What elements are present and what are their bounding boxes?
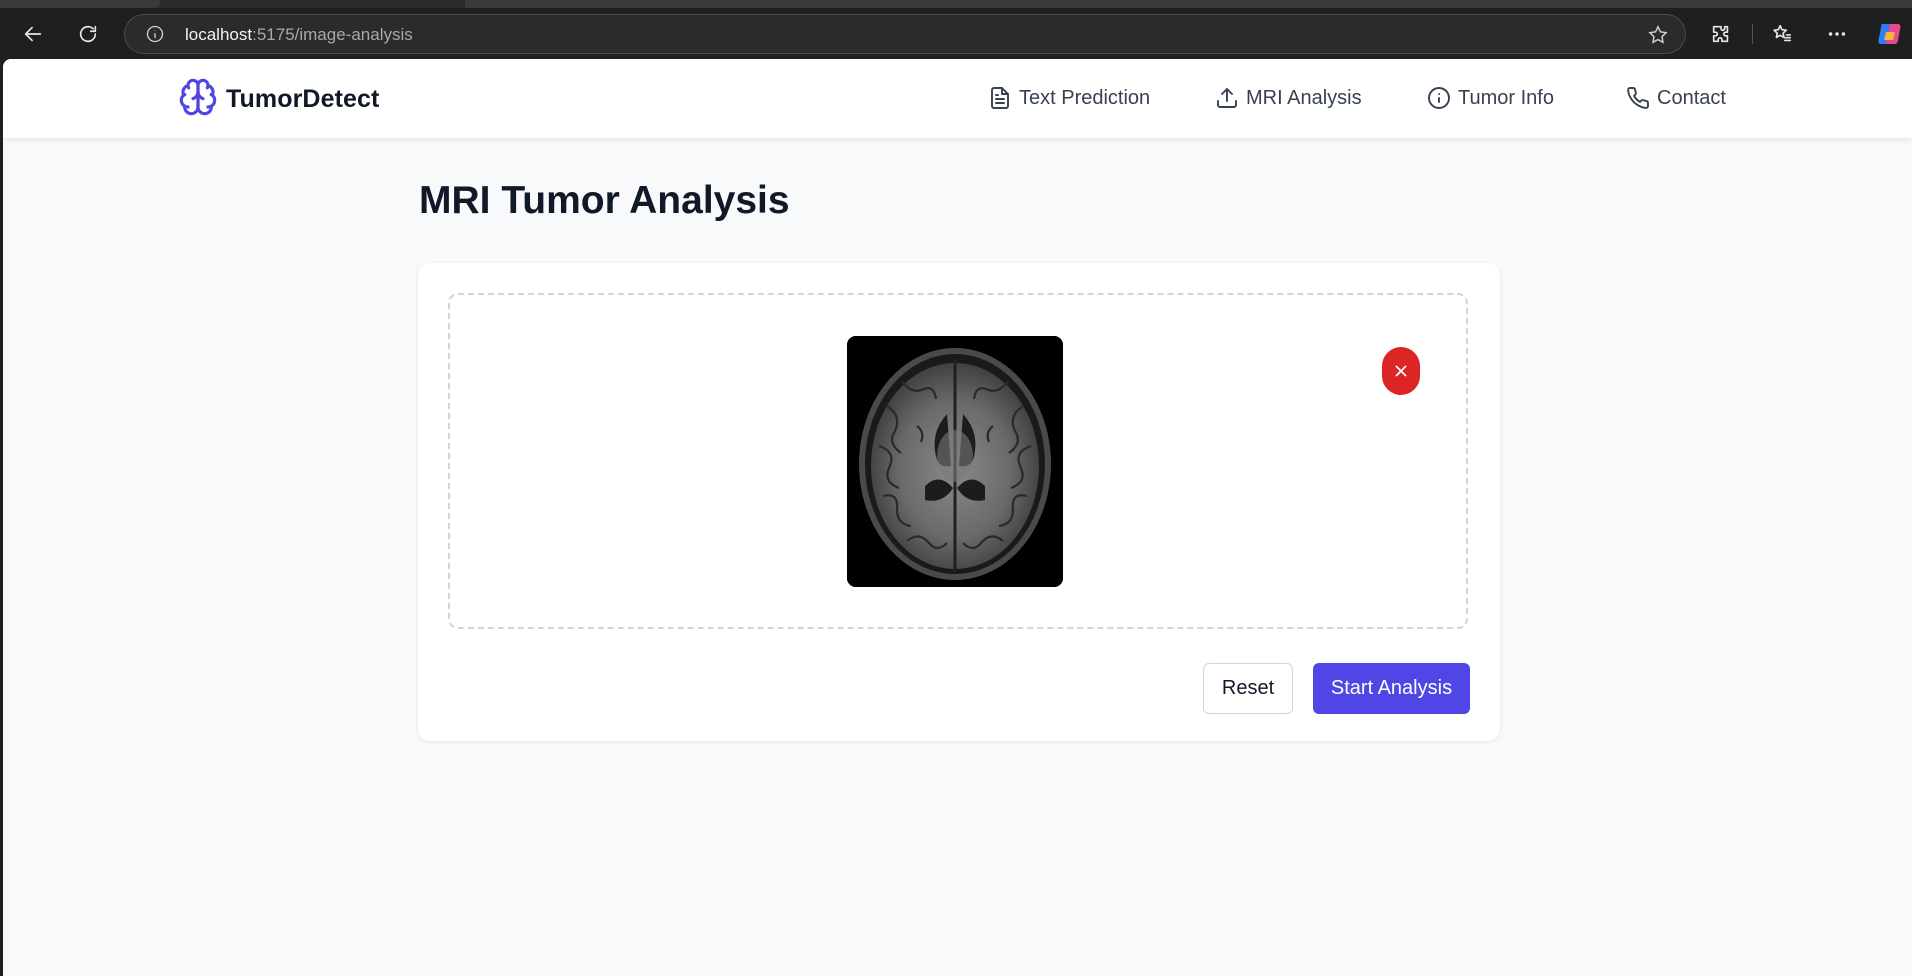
reset-button[interactable]: Reset: [1203, 663, 1293, 714]
extensions-button[interactable]: [1703, 16, 1739, 52]
url-path: :5175/image-analysis: [252, 25, 413, 44]
more-menu-button[interactable]: [1819, 16, 1855, 52]
file-text-icon: [991, 87, 1009, 109]
reload-button[interactable]: [70, 16, 106, 52]
star-icon[interactable]: [1647, 24, 1669, 46]
brain-icon: [178, 77, 218, 122]
back-button[interactable]: [15, 16, 51, 52]
favorites-icon: [1773, 24, 1792, 42]
nav-label: Text Prediction: [1019, 86, 1151, 109]
upload-dropzone[interactable]: [448, 293, 1468, 629]
close-icon: [1395, 365, 1407, 377]
start-analysis-button[interactable]: Start Analysis: [1313, 663, 1470, 714]
page-title: MRI Tumor Analysis: [419, 179, 790, 222]
nav-label: MRI Analysis: [1246, 86, 1362, 109]
brand-logo[interactable]: TumorDetect: [178, 77, 379, 122]
nav-text-prediction[interactable]: Text Prediction: [988, 86, 1150, 110]
nav-label: Contact: [1657, 86, 1726, 109]
favorites-button[interactable]: [1764, 16, 1800, 52]
inactive-tab[interactable]: [465, 0, 1912, 8]
nav-tumor-info[interactable]: Tumor Info: [1427, 86, 1554, 110]
arrow-left-icon: [24, 26, 42, 42]
reload-icon: [79, 25, 97, 43]
puzzle-icon: [1712, 25, 1729, 43]
brand-name: TumorDetect: [226, 85, 380, 113]
more-icon: [1828, 32, 1846, 36]
nav-label: Tumor Info: [1458, 86, 1554, 109]
nav-contact[interactable]: Contact: [1626, 86, 1726, 110]
upload-icon: [1217, 88, 1237, 108]
nav-mri-analysis[interactable]: MRI Analysis: [1215, 86, 1362, 110]
analysis-card: Reset Start Analysis: [418, 263, 1500, 741]
info-icon: [1428, 87, 1450, 109]
mri-brain-scan: [847, 336, 1063, 587]
page-viewport: TumorDetect Text Prediction MRI Analysis…: [3, 59, 1912, 976]
browser-chrome: localhost:5175/image-analysis: [0, 0, 1912, 59]
top-navbar: TumorDetect Text Prediction MRI Analysis…: [3, 59, 1912, 138]
mri-preview-image: [847, 336, 1063, 587]
url-text[interactable]: localhost:5175/image-analysis: [185, 25, 413, 45]
phone-icon: [1627, 87, 1649, 109]
remove-image-button[interactable]: [1382, 347, 1420, 395]
active-tab[interactable]: [0, 0, 160, 8]
address-bar[interactable]: localhost:5175/image-analysis: [124, 14, 1686, 54]
toolbar-divider: [1752, 24, 1753, 44]
site-info-icon[interactable]: [145, 24, 165, 44]
copilot-icon[interactable]: [1876, 20, 1904, 48]
url-host: localhost: [185, 25, 253, 44]
